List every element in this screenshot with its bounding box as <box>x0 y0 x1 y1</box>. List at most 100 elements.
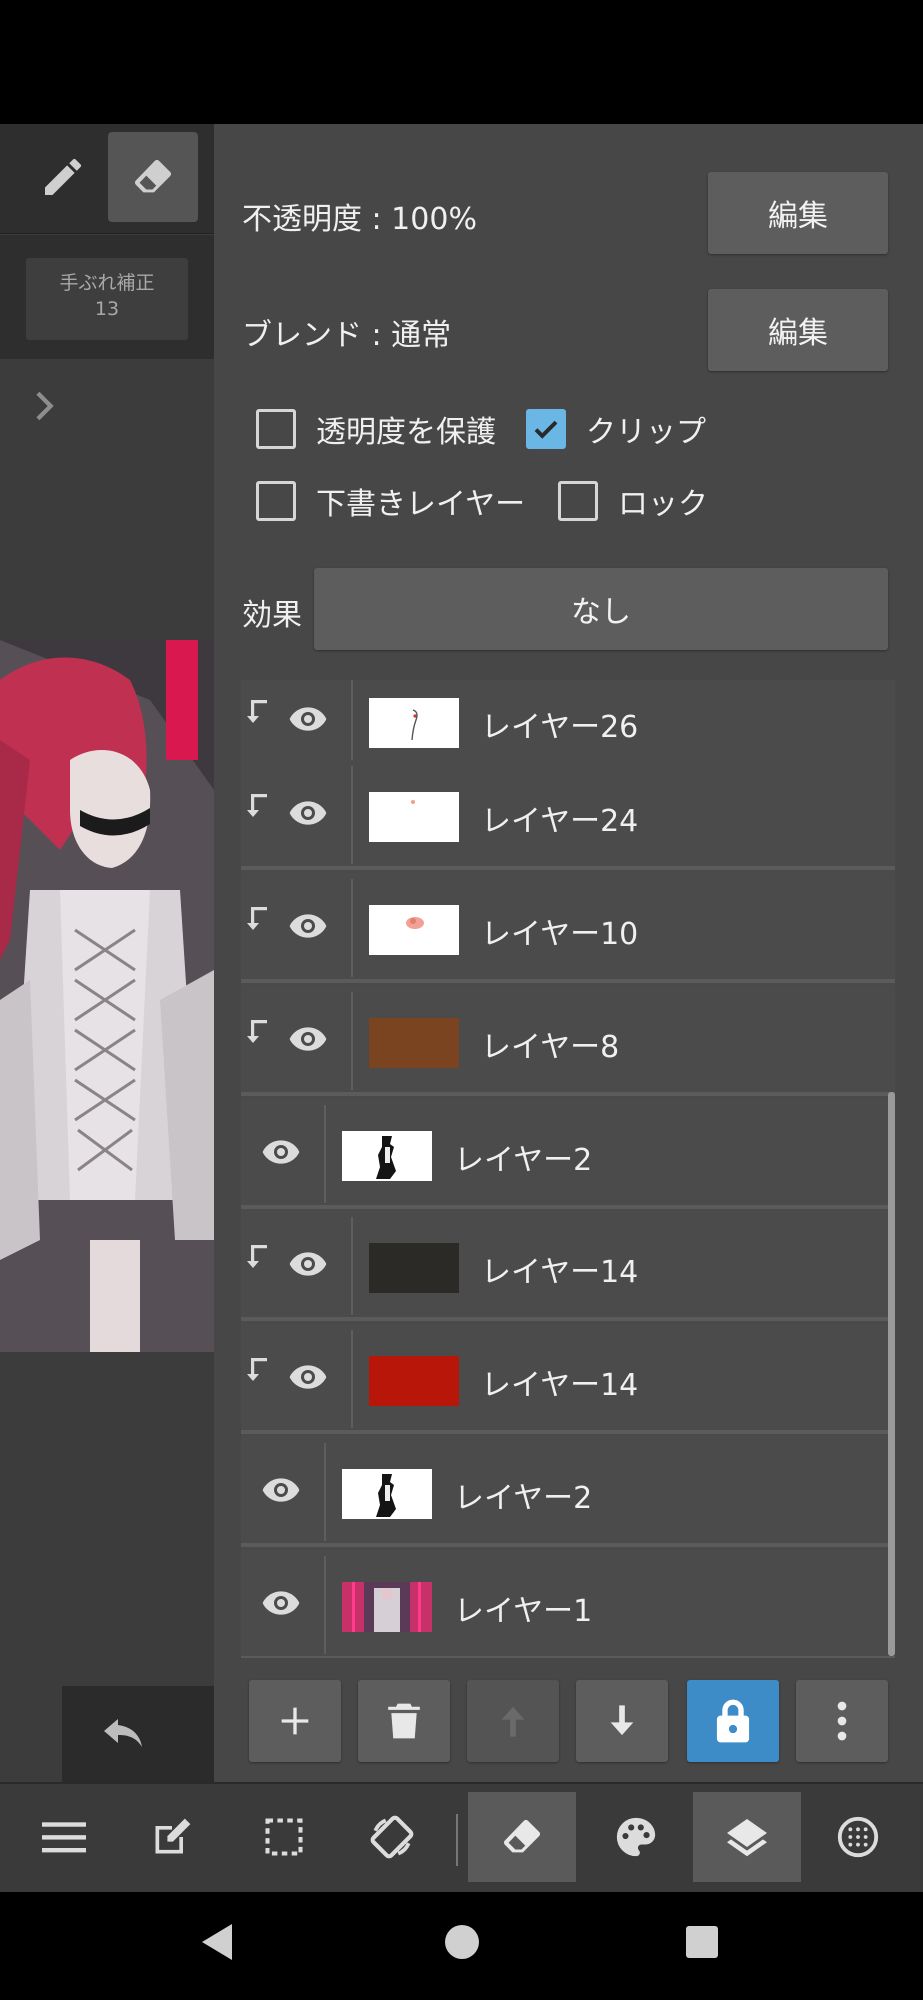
layer-thumbnail <box>369 1356 459 1406</box>
move-layer-down-button[interactable] <box>576 1680 668 1762</box>
lock-label: ロック <box>618 487 708 522</box>
more-vertical-icon <box>837 1701 847 1741</box>
delete-layer-button[interactable] <box>358 1680 450 1762</box>
eraser-icon <box>134 159 172 193</box>
layers-button[interactable] <box>693 1792 801 1882</box>
checkbox-box <box>256 481 296 521</box>
layer-thumbnail <box>369 1018 459 1068</box>
canvas-artwork[interactable] <box>0 640 214 1352</box>
edit-icon <box>155 1818 191 1854</box>
eye-icon[interactable] <box>261 1475 301 1509</box>
layer-thumbnail <box>369 698 459 748</box>
row-divider <box>351 1330 353 1428</box>
chevron-right-icon[interactable] <box>28 386 62 430</box>
menu-button[interactable] <box>10 1792 118 1882</box>
effect-label: 効果 <box>242 598 302 633</box>
blend-edit-button[interactable]: 編集 <box>708 289 888 371</box>
layer-name: レイヤー2 <box>454 1481 593 1516</box>
layer-panel: 不透明度 : 100% 編集 ブレンド : 通常 編集 透明度を保護 クリップ … <box>214 124 923 1782</box>
more-options-button[interactable] <box>796 1680 888 1762</box>
lock-checkbox[interactable]: ロック <box>558 479 708 523</box>
row-divider <box>351 766 353 864</box>
layer-thumbnail <box>342 1469 432 1519</box>
selection-button[interactable] <box>230 1792 338 1882</box>
row-divider <box>324 1556 326 1654</box>
color-button[interactable] <box>582 1792 690 1882</box>
layer-row[interactable]: レイヤー8 <box>241 986 895 1096</box>
layer-row[interactable]: レイヤー14 <box>241 1324 895 1434</box>
row-divider <box>324 1105 326 1203</box>
pen-tool-button[interactable] <box>18 132 108 222</box>
opacity-label: 不透明度 : 100% <box>242 202 477 237</box>
row-divider <box>351 879 353 977</box>
draft-layer-checkbox[interactable]: 下書きレイヤー <box>256 479 525 523</box>
recents-icon[interactable] <box>684 1922 720 1962</box>
selection-icon <box>265 1818 303 1856</box>
eraser-icon <box>503 1819 541 1853</box>
clip-indicator-icon <box>247 1356 271 1386</box>
layer-name: レイヤー10 <box>481 917 639 952</box>
row-divider <box>324 1443 326 1541</box>
globe-button[interactable] <box>804 1792 912 1882</box>
eye-icon[interactable] <box>288 1249 328 1283</box>
layer-row[interactable]: レイヤー2 <box>241 1099 895 1209</box>
undo-icon <box>104 1719 142 1747</box>
checkbox-box <box>558 481 598 521</box>
layer-thumbnail <box>369 792 459 842</box>
canvas-area[interactable]: 手ぶれ補正 13 <box>0 124 214 1782</box>
layer-list[interactable]: レイヤー26 レイヤー24 レイヤー10 レイヤー8 レイヤー2 レイヤー14 レイヤー14… <box>241 680 895 1658</box>
eye-icon[interactable] <box>288 798 328 832</box>
draft-layer-label: 下書きレイヤー <box>316 487 526 522</box>
status-bar <box>0 0 923 124</box>
layer-thumbnail <box>369 905 459 955</box>
eraser-button[interactable] <box>468 1792 576 1882</box>
clip-indicator-icon <box>247 698 271 728</box>
eye-icon[interactable] <box>288 911 328 945</box>
eye-icon[interactable] <box>288 704 328 738</box>
move-layer-up-button[interactable] <box>467 1680 559 1762</box>
menu-icon <box>42 1822 86 1853</box>
transform-button[interactable] <box>338 1792 446 1882</box>
home-icon[interactable] <box>444 1922 480 1962</box>
row-divider <box>351 992 353 1090</box>
eye-icon[interactable] <box>288 1362 328 1396</box>
clip-checkbox[interactable]: クリップ <box>526 407 706 451</box>
layer-thumbnail <box>342 1131 432 1181</box>
clip-indicator-icon <box>247 1243 271 1273</box>
row-divider <box>351 680 353 770</box>
checkbox-box <box>256 409 296 449</box>
layer-name: レイヤー26 <box>481 710 639 745</box>
stabilizer-button[interactable]: 手ぶれ補正 13 <box>26 258 188 340</box>
layer-row[interactable]: レイヤー10 <box>241 873 895 983</box>
opacity-edit-button[interactable]: 編集 <box>708 172 888 254</box>
eye-icon[interactable] <box>288 1024 328 1058</box>
pen-icon <box>45 158 82 195</box>
arrow-down-icon <box>610 1705 634 1736</box>
transform-icon <box>370 1815 414 1859</box>
clip-label: クリップ <box>586 415 706 450</box>
layer-row[interactable]: レイヤー2 <box>241 1437 895 1547</box>
layer-thumbnail <box>342 1582 432 1632</box>
back-icon[interactable] <box>200 1922 236 1962</box>
eye-icon[interactable] <box>261 1137 301 1171</box>
clip-indicator-icon <box>247 905 271 935</box>
effect-button[interactable]: なし <box>314 568 888 650</box>
palette-icon <box>616 1817 656 1857</box>
layer-name: レイヤー8 <box>481 1030 620 1065</box>
protect-alpha-checkbox[interactable]: 透明度を保護 <box>256 407 496 451</box>
toolbar-divider <box>456 1814 458 1866</box>
add-layer-button[interactable] <box>249 1680 341 1762</box>
eye-icon[interactable] <box>261 1588 301 1622</box>
arrow-up-icon <box>501 1706 525 1737</box>
trash-icon <box>388 1703 420 1739</box>
layer-row[interactable]: レイヤー1 <box>241 1550 895 1658</box>
layer-list-scrollbar[interactable] <box>888 1092 895 1656</box>
edit-button[interactable] <box>118 1792 226 1882</box>
layer-row[interactable]: レイヤー24 <box>241 760 895 870</box>
tool-strip <box>0 124 214 234</box>
layer-row[interactable]: レイヤー14 <box>241 1211 895 1321</box>
layer-thumbnail <box>369 1243 459 1293</box>
eraser-tool-button[interactable] <box>108 132 198 222</box>
lock-layer-button[interactable] <box>687 1680 779 1762</box>
undo-button[interactable] <box>62 1686 214 1782</box>
